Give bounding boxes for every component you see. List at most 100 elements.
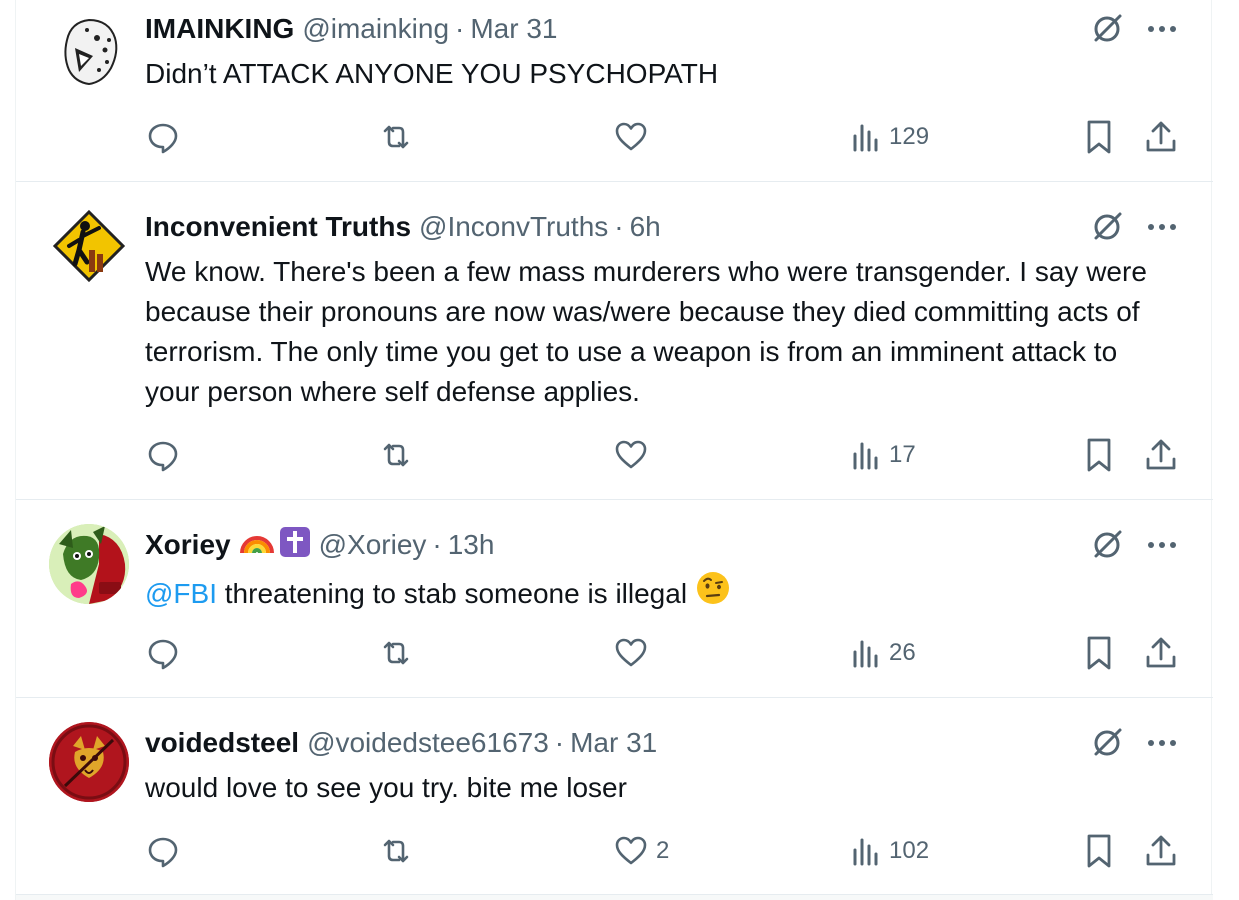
rainbow-emoji	[239, 527, 275, 564]
like-button[interactable]: 2	[614, 831, 669, 871]
reply-icon	[148, 123, 178, 154]
tweet-text: @FBI threatening to stab someone is ille…	[145, 570, 1175, 617]
views-button[interactable]: 17	[851, 435, 916, 475]
tweet-text-content: threatening to stab someone is illegal	[216, 577, 688, 609]
grok-icon[interactable]	[1089, 11, 1125, 47]
avatar[interactable]	[49, 206, 129, 286]
display-name[interactable]: Inconvenient Truths	[145, 211, 411, 243]
separator-dot: ·	[455, 13, 465, 44]
user-handle[interactable]: @Xoriey	[319, 529, 427, 561]
more-icon[interactable]	[1144, 209, 1180, 245]
reply-button[interactable]	[146, 117, 180, 157]
repost-icon	[383, 641, 409, 665]
bookmark-icon	[1087, 438, 1111, 472]
view-count: 102	[889, 837, 930, 864]
grok-icon[interactable]	[1089, 527, 1125, 563]
reply-icon	[148, 837, 178, 868]
tweet-card[interactable]: Xoriey @Xoriey · 13h @FBI threatening to…	[16, 500, 1213, 698]
latin-cross-emoji	[279, 526, 311, 565]
share-icon	[1146, 439, 1176, 470]
timeline-feed: IMAINKING @imainking · Mar 31 Didn’t ATT…	[15, 0, 1213, 900]
tweet-header: Xoriey @Xoriey · 13h	[145, 526, 495, 565]
share-button[interactable]	[1144, 435, 1178, 475]
share-button[interactable]	[1144, 117, 1178, 157]
share-button[interactable]	[1144, 831, 1178, 871]
avatar[interactable]	[49, 10, 129, 90]
views-button[interactable]: 26	[851, 633, 916, 673]
share-icon	[1146, 835, 1176, 866]
like-button[interactable]	[614, 633, 656, 673]
grok-icon[interactable]	[1089, 209, 1125, 245]
avatar[interactable]	[49, 524, 129, 604]
reply-button[interactable]	[146, 633, 180, 673]
views-button[interactable]: 129	[851, 117, 929, 157]
reply-icon	[148, 441, 178, 472]
user-handle[interactable]: @InconvTruths	[419, 211, 608, 243]
separator-dot: ·	[432, 529, 442, 560]
bookmark-icon	[1087, 120, 1111, 154]
timestamp[interactable]: Mar 31	[470, 13, 557, 45]
tweet-text: We know. There's been a few mass murdere…	[145, 256, 1147, 407]
repost-icon	[383, 443, 409, 467]
views-button[interactable]: 102	[851, 831, 929, 871]
share-icon	[1146, 637, 1176, 668]
heart-icon	[615, 836, 647, 865]
like-button[interactable]	[614, 117, 656, 157]
grok-icon[interactable]	[1089, 725, 1125, 761]
views-icon	[853, 640, 878, 668]
face-with-raised-eyebrow-emoji	[695, 570, 731, 617]
display-name[interactable]: voidedsteel	[145, 727, 299, 759]
heart-icon	[615, 440, 647, 469]
more-icon[interactable]	[1144, 527, 1180, 563]
user-handle[interactable]: @voidedstee61673	[307, 727, 549, 759]
repost-button[interactable]	[379, 117, 413, 157]
bookmark-button[interactable]	[1084, 633, 1114, 673]
repost-button[interactable]	[379, 831, 413, 871]
view-count: 17	[889, 441, 916, 468]
repost-button[interactable]	[379, 633, 413, 673]
repost-icon	[383, 125, 409, 149]
reply-button[interactable]	[146, 435, 180, 475]
timestamp[interactable]: 6h	[630, 211, 661, 243]
mention-link[interactable]: @FBI	[145, 574, 217, 614]
heart-icon	[615, 122, 647, 151]
tweet-header: Inconvenient Truths @InconvTruths · 6h	[145, 209, 661, 245]
user-handle[interactable]: @imainking	[302, 13, 449, 45]
views-icon	[853, 442, 878, 470]
more-icon[interactable]	[1144, 725, 1180, 761]
timestamp[interactable]: Mar 31	[570, 727, 657, 759]
more-icon[interactable]	[1144, 11, 1180, 47]
tweet-text: would love to see you try. bite me loser	[145, 772, 627, 803]
like-button[interactable]	[614, 435, 656, 475]
timestamp[interactable]: 13h	[448, 529, 495, 561]
views-icon	[853, 124, 878, 152]
next-tweet-edge	[16, 895, 1213, 900]
share-icon	[1146, 121, 1176, 152]
tweet-header: voidedsteel @voidedstee61673 · Mar 31	[145, 725, 657, 761]
display-name[interactable]: Xoriey	[145, 529, 231, 561]
display-name[interactable]: IMAINKING	[145, 13, 294, 45]
tweet-card[interactable]: voidedsteel @voidedstee61673 · Mar 31 wo…	[16, 698, 1213, 895]
tweet-card[interactable]: IMAINKING @imainking · Mar 31 Didn’t ATT…	[16, 0, 1213, 182]
bookmark-button[interactable]	[1084, 831, 1114, 871]
tweet-header: IMAINKING @imainking · Mar 31	[145, 11, 558, 47]
view-count: 26	[889, 639, 916, 666]
bookmark-button[interactable]	[1084, 117, 1114, 157]
bookmark-icon	[1087, 834, 1111, 868]
separator-dot: ·	[554, 727, 565, 758]
views-icon	[853, 838, 878, 866]
bookmark-button[interactable]	[1084, 435, 1114, 475]
reply-button[interactable]	[146, 831, 180, 871]
separator-dot: ·	[614, 211, 624, 242]
share-button[interactable]	[1144, 633, 1178, 673]
repost-icon	[383, 839, 409, 863]
like-count: 2	[656, 837, 670, 864]
heart-icon	[615, 638, 647, 667]
view-count: 129	[889, 123, 930, 150]
tweet-card[interactable]: Inconvenient Truths @InconvTruths · 6h W…	[16, 182, 1213, 500]
repost-button[interactable]	[379, 435, 413, 475]
bookmark-icon	[1087, 636, 1111, 670]
tweet-text: Didn’t ATTACK ANYONE YOU PSYCHOPATH	[145, 58, 719, 89]
avatar[interactable]	[49, 722, 129, 802]
reply-icon	[148, 639, 178, 670]
